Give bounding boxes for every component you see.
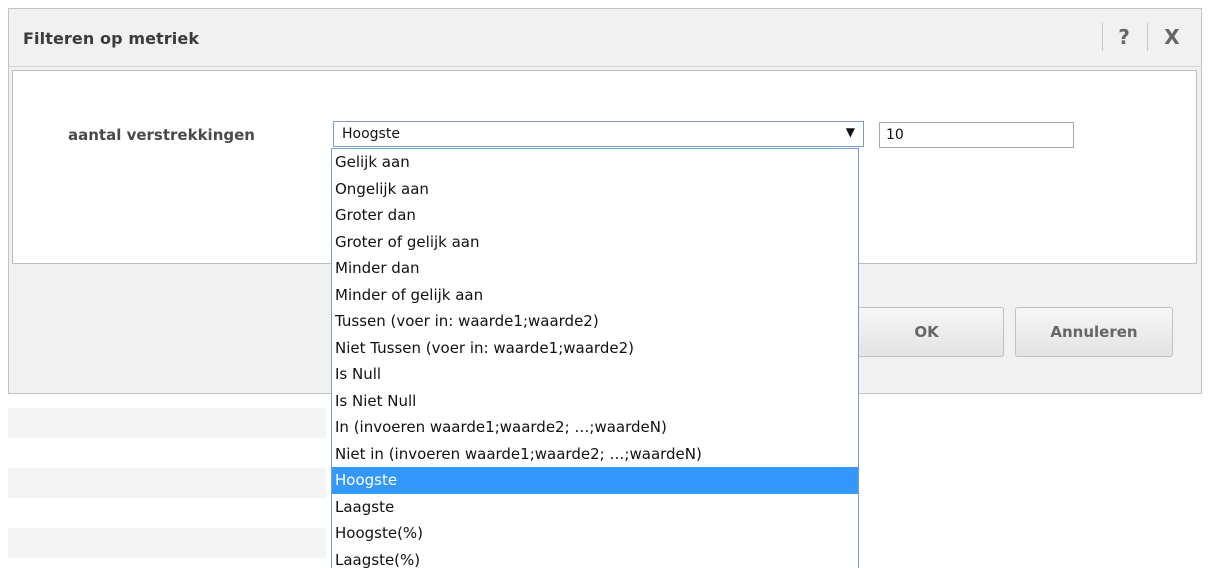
operator-selected-value: Hoogste xyxy=(342,126,400,142)
dropdown-option[interactable]: Is Null xyxy=(332,361,858,388)
dropdown-option[interactable]: Laagste(%) xyxy=(332,547,858,568)
metric-field-label: aantal verstrekkingen xyxy=(68,126,255,144)
dialog-titlebar: Filteren op metriek ? X xyxy=(9,9,1201,67)
dropdown-option[interactable]: Groter of gelijk aan xyxy=(332,229,858,256)
background-row xyxy=(8,528,326,558)
dropdown-option[interactable]: Niet in (invoeren waarde1;waarde2; …;waa… xyxy=(332,441,858,468)
dropdown-option[interactable]: Minder of gelijk aan xyxy=(332,282,858,309)
dropdown-option[interactable]: In (invoeren waarde1;waarde2; …;waardeN) xyxy=(332,414,858,441)
chevron-down-icon[interactable]: ▼ xyxy=(846,125,855,139)
titlebar-separator xyxy=(1147,23,1148,51)
background-row xyxy=(8,468,326,498)
close-icon[interactable]: X xyxy=(1157,23,1187,51)
dialog-title: Filteren op metriek xyxy=(23,29,200,48)
ok-button[interactable]: OK xyxy=(849,307,1004,357)
help-icon[interactable]: ? xyxy=(1109,23,1139,51)
dropdown-option[interactable]: Is Niet Null xyxy=(332,388,858,415)
dropdown-option[interactable]: Ongelijk aan xyxy=(332,176,858,203)
dropdown-option[interactable]: Niet Tussen (voer in: waarde1;waarde2) xyxy=(332,335,858,362)
filter-value-input[interactable] xyxy=(879,122,1074,148)
titlebar-separator xyxy=(1102,23,1103,51)
dropdown-option[interactable]: Tussen (voer in: waarde1;waarde2) xyxy=(332,308,858,335)
dropdown-option[interactable]: Hoogste(%) xyxy=(332,520,858,547)
dropdown-option[interactable]: Laagste xyxy=(332,494,858,521)
cancel-button[interactable]: Annuleren xyxy=(1015,307,1173,357)
operator-dropdown-list[interactable]: Gelijk aan Ongelijk aan Groter dan Grote… xyxy=(331,148,859,568)
dropdown-option[interactable]: Minder dan xyxy=(332,255,858,282)
dropdown-option-selected[interactable]: Hoogste xyxy=(332,467,858,494)
dropdown-option[interactable]: Groter dan xyxy=(332,202,858,229)
operator-select[interactable]: Hoogste ▼ xyxy=(333,121,864,147)
dropdown-option[interactable]: Gelijk aan xyxy=(332,149,858,176)
background-row xyxy=(8,408,326,438)
